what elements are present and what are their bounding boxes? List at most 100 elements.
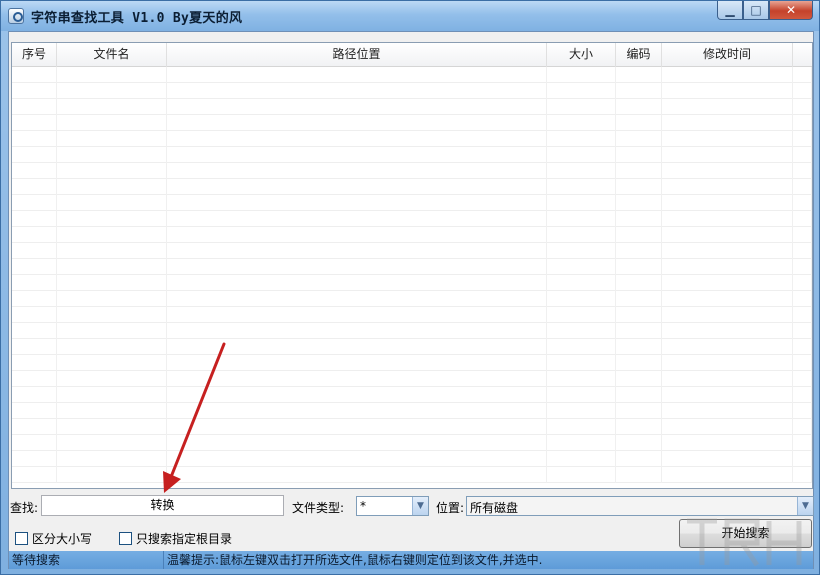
title-bar[interactable]: 字符串查找工具 V1.0 By夏天的风 ▁ □ ✕ (1, 1, 819, 31)
location-value: 所有磁盘 (470, 501, 519, 515)
location-select[interactable]: 所有磁盘 ▼ (466, 496, 814, 516)
list-cell (793, 211, 812, 227)
list-cell (662, 339, 793, 355)
close-button[interactable]: ✕ (769, 1, 813, 20)
list-row[interactable] (12, 387, 812, 403)
client-area: 序号 文件名 路径位置 大小 编码 修改时间 查找: 转换 文件类型: * ▼ … (8, 31, 814, 569)
list-cell (616, 451, 662, 467)
list-cell (793, 339, 812, 355)
list-cell (12, 307, 57, 323)
list-cell (57, 387, 167, 403)
list-row[interactable] (12, 195, 812, 211)
column-header-path[interactable]: 路径位置 (167, 43, 547, 67)
list-cell (616, 387, 662, 403)
list-row[interactable] (12, 131, 812, 147)
start-search-button[interactable]: 开始搜索 (679, 519, 812, 548)
list-cell (57, 179, 167, 195)
list-cell (57, 339, 167, 355)
status-state: 等待搜索 (9, 551, 164, 569)
list-row[interactable] (12, 419, 812, 435)
list-cell (167, 307, 547, 323)
column-header-index[interactable]: 序号 (12, 43, 57, 67)
list-cell (167, 163, 547, 179)
minimize-button[interactable]: ▁ (717, 1, 743, 20)
list-cell (57, 227, 167, 243)
list-cell (57, 403, 167, 419)
list-row[interactable] (12, 467, 812, 483)
list-cell (793, 163, 812, 179)
list-row[interactable] (12, 451, 812, 467)
list-row[interactable] (12, 339, 812, 355)
list-row[interactable] (12, 275, 812, 291)
list-row[interactable] (12, 323, 812, 339)
list-row[interactable] (12, 227, 812, 243)
column-header-filename[interactable]: 文件名 (57, 43, 167, 67)
column-header-encoding[interactable]: 编码 (616, 43, 662, 67)
case-sensitive-option[interactable]: 区分大小写 (15, 530, 92, 547)
file-type-select[interactable]: * ▼ (356, 496, 429, 516)
list-cell (662, 435, 793, 451)
column-header-modified[interactable]: 修改时间 (662, 43, 793, 67)
list-cell (662, 131, 793, 147)
list-row[interactable] (12, 163, 812, 179)
list-row[interactable] (12, 147, 812, 163)
minimize-icon: ▁ (725, 3, 735, 17)
list-row[interactable] (12, 435, 812, 451)
chevron-down-icon[interactable]: ▼ (412, 497, 428, 515)
maximize-button[interactable]: □ (743, 1, 769, 20)
list-cell (57, 355, 167, 371)
list-cell (12, 387, 57, 403)
list-row[interactable] (12, 115, 812, 131)
list-cell (547, 275, 616, 291)
list-cell (662, 387, 793, 403)
list-cell (616, 259, 662, 275)
list-cell (547, 67, 616, 83)
list-cell (547, 339, 616, 355)
list-cell (793, 307, 812, 323)
list-cell (12, 211, 57, 227)
list-cell (616, 211, 662, 227)
search-input[interactable]: 转换 (41, 495, 284, 516)
list-cell (793, 195, 812, 211)
results-list[interactable]: 序号 文件名 路径位置 大小 编码 修改时间 (11, 42, 813, 489)
list-row[interactable] (12, 243, 812, 259)
list-row[interactable] (12, 211, 812, 227)
list-cell (57, 435, 167, 451)
list-row[interactable] (12, 259, 812, 275)
list-row[interactable] (12, 307, 812, 323)
file-type-value: * (360, 499, 366, 513)
list-cell (12, 259, 57, 275)
list-body[interactable] (12, 67, 812, 488)
list-row[interactable] (12, 355, 812, 371)
list-cell (547, 355, 616, 371)
list-cell (662, 243, 793, 259)
list-cell (547, 467, 616, 483)
list-row[interactable] (12, 371, 812, 387)
chevron-down-icon[interactable]: ▼ (797, 497, 813, 515)
list-cell (616, 195, 662, 211)
list-cell (793, 403, 812, 419)
list-cell (12, 227, 57, 243)
list-cell (167, 291, 547, 307)
list-cell (616, 243, 662, 259)
root-only-option[interactable]: 只搜索指定根目录 (119, 530, 232, 547)
list-cell (12, 323, 57, 339)
list-row[interactable] (12, 403, 812, 419)
list-row[interactable] (12, 67, 812, 83)
list-cell (616, 227, 662, 243)
list-row[interactable] (12, 99, 812, 115)
column-header-size[interactable]: 大小 (547, 43, 616, 67)
case-sensitive-checkbox[interactable] (15, 532, 28, 545)
list-row[interactable] (12, 291, 812, 307)
list-cell (547, 99, 616, 115)
list-cell (793, 147, 812, 163)
list-cell (57, 67, 167, 83)
list-cell (547, 419, 616, 435)
root-only-checkbox[interactable] (119, 532, 132, 545)
list-cell (167, 227, 547, 243)
list-cell (547, 307, 616, 323)
list-row[interactable] (12, 83, 812, 99)
list-cell (616, 99, 662, 115)
list-row[interactable] (12, 179, 812, 195)
list-cell (167, 131, 547, 147)
